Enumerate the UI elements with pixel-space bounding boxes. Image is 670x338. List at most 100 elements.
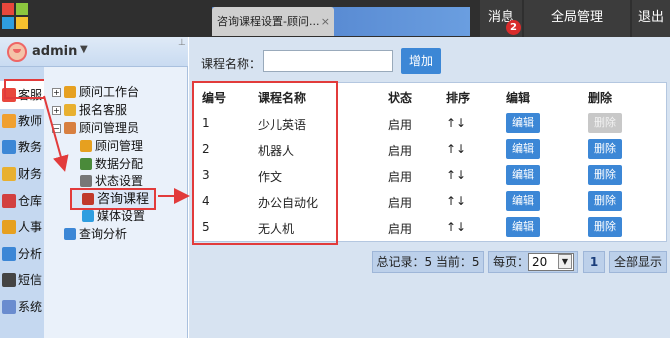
highlight-box-kefu: [4, 79, 48, 99]
edit-button[interactable]: 编辑: [506, 139, 540, 159]
book-icon: [82, 193, 94, 205]
edit-button[interactable]: 编辑: [506, 217, 540, 237]
header-order: 排序: [446, 91, 471, 105]
message-count-badge: 2: [506, 20, 521, 35]
tree-node-label: 顾问管理员: [79, 121, 140, 135]
exit-button[interactable]: 退出: [632, 0, 670, 37]
add-button[interactable]: 增加: [401, 48, 441, 74]
header-delete: 删除: [588, 91, 613, 105]
search-icon: [64, 228, 76, 240]
sidebar-item-label: 短信: [18, 273, 43, 287]
sort-arrows-icon[interactable]: ↑↓: [446, 116, 466, 130]
sidebar-item-label: 仓库: [18, 194, 43, 208]
phone-icon: [2, 273, 16, 287]
cell-status: 启用: [388, 196, 413, 210]
sidebar-item[interactable]: 短信: [0, 266, 44, 294]
header-status: 状态: [388, 91, 413, 105]
tree-node-label: 媒体设置: [97, 209, 146, 223]
avatar[interactable]: [7, 42, 27, 62]
person-icon: [64, 86, 76, 98]
pin-icon[interactable]: ⊥: [178, 38, 186, 48]
tree-node[interactable]: − 顾问管理员: [52, 120, 139, 136]
tree-node[interactable]: 咨询课程: [82, 191, 149, 208]
group-icon: [64, 122, 76, 134]
sidebar-item[interactable]: 分析: [0, 240, 44, 268]
close-icon[interactable]: ×: [321, 7, 330, 36]
sidebar-item[interactable]: 教务: [0, 133, 44, 161]
tab-title: 咨询课程设置-顾问...: [217, 15, 320, 28]
sidebar-item[interactable]: 仓库: [0, 187, 44, 215]
cell-status: 启用: [388, 118, 413, 132]
cell-status: 启用: [388, 222, 413, 236]
person-icon: [2, 220, 16, 234]
page-number[interactable]: 1: [583, 251, 605, 273]
tree-node-label: 咨询课程: [97, 192, 150, 207]
chevron-down-icon[interactable]: ▼: [80, 44, 88, 55]
tree-node-label: 报名客服: [79, 103, 128, 117]
chevron-down-icon[interactable]: ▼: [558, 254, 572, 269]
show-all-button[interactable]: 全部显示: [609, 251, 667, 273]
sidebar-item[interactable]: 人事: [0, 213, 44, 241]
edit-button[interactable]: 编辑: [506, 165, 540, 185]
tree-node-label: 查询分析: [79, 227, 128, 241]
settings-icon: [2, 300, 16, 314]
expander-icon[interactable]: +: [52, 88, 61, 97]
sort-arrows-icon[interactable]: ↑↓: [446, 142, 466, 156]
expander-icon[interactable]: −: [52, 124, 61, 133]
cell-status: 启用: [388, 170, 413, 184]
sidebar-item-label: 教师: [18, 114, 43, 128]
chart-icon: [2, 247, 16, 261]
tree-node-label: 状态设置: [95, 174, 144, 188]
sort-arrows-icon[interactable]: ↑↓: [446, 194, 466, 208]
course-name-input[interactable]: [263, 50, 393, 72]
sort-arrows-icon[interactable]: ↑↓: [446, 220, 466, 234]
header-edit: 编辑: [506, 91, 531, 105]
delete-button[interactable]: 删除: [588, 191, 622, 211]
tree-node-label: 顾问工作台: [79, 85, 140, 99]
global-management-button[interactable]: 全局管理: [524, 0, 630, 37]
home-icon: [2, 194, 16, 208]
person-icon: [80, 140, 92, 152]
sort-arrows-icon[interactable]: ↑↓: [446, 168, 466, 182]
sidebar-item[interactable]: 财务: [0, 160, 44, 188]
monitor-icon: [82, 210, 94, 222]
username[interactable]: admin: [32, 44, 77, 59]
database-icon: [80, 158, 92, 170]
search-label: 课程名称：: [201, 57, 262, 71]
tree-node[interactable]: 状态设置: [80, 173, 143, 189]
heart-icon: [64, 104, 76, 116]
tree-node[interactable]: + 顾问工作台: [52, 84, 139, 100]
sidebar-item-label: 分析: [18, 247, 43, 261]
gear-icon: [80, 175, 92, 187]
app-logo: [2, 3, 28, 29]
sidebar-item[interactable]: 系统: [0, 293, 44, 321]
sidebar-item-label: 系统: [18, 300, 43, 314]
tree-node-label: 数据分配: [95, 157, 144, 171]
book-icon: [2, 114, 16, 128]
delete-button[interactable]: 删除: [588, 139, 622, 159]
tree-node[interactable]: 数据分配: [80, 156, 143, 172]
edit-button[interactable]: 编辑: [506, 191, 540, 211]
sidebar-item-label: 人事: [18, 220, 43, 234]
tab-course-settings[interactable]: 咨询课程设置-顾问... ×: [212, 7, 334, 36]
grid-icon: [2, 140, 16, 154]
sidebar-item-label: 教务: [18, 140, 43, 154]
search-bar: 课程名称： 增加: [195, 47, 667, 77]
expander-icon[interactable]: +: [52, 106, 61, 115]
sidebar-item[interactable]: 教师: [0, 107, 44, 135]
edit-button[interactable]: 编辑: [506, 113, 540, 133]
tree-node-label: 顾问管理: [95, 139, 144, 153]
tree-node[interactable]: + 报名客服: [52, 102, 127, 118]
tree-node[interactable]: 查询分析: [64, 226, 127, 242]
highlight-box-table: [192, 81, 338, 245]
sidebar-item-label: 财务: [18, 167, 43, 181]
tree-node[interactable]: 媒体设置: [82, 208, 145, 224]
delete-button[interactable]: 删除: [588, 165, 622, 185]
pager-summary: 总记录：5 当前：5: [372, 251, 484, 273]
delete-button[interactable]: 删除: [588, 217, 622, 237]
user-bar: admin ▼: [0, 37, 188, 67]
cell-status: 启用: [388, 144, 413, 158]
tree-node[interactable]: 顾问管理: [80, 138, 143, 154]
money-icon: [2, 167, 16, 181]
delete-button: 删除: [588, 113, 622, 133]
